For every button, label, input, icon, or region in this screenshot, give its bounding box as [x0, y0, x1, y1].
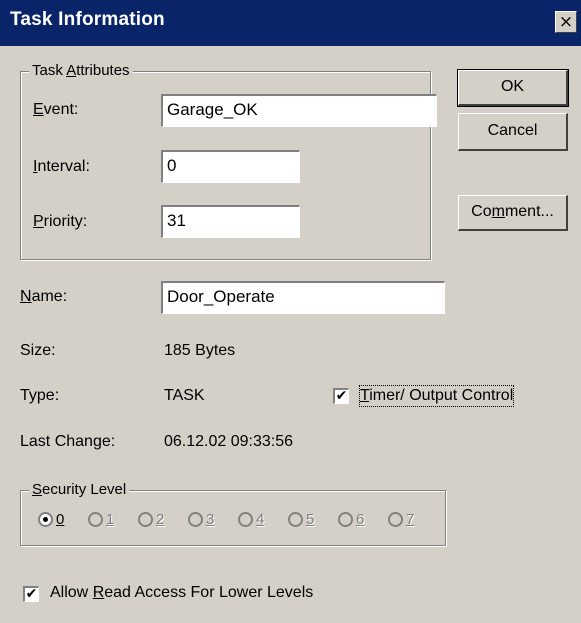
security-level-radio-7[interactable] [388, 512, 403, 527]
radio-selected-dot [43, 517, 48, 522]
event-field[interactable]: Garage_OK [161, 94, 437, 127]
security-level-group: Security Level [20, 481, 446, 546]
security-level-radio-2[interactable] [138, 512, 153, 527]
type-value: TASK [164, 387, 205, 404]
window-title: Task Information [10, 9, 165, 30]
read-access-checkbox[interactable]: ✔ [23, 586, 39, 602]
interval-field[interactable]: 0 [161, 150, 300, 183]
security-level-radio-1[interactable] [88, 512, 103, 527]
title-bar[interactable]: Task Information × [0, 0, 581, 46]
last-change-label: Last Change: [20, 433, 116, 450]
comment-button[interactable]: Comment... [458, 195, 568, 231]
security-level-label-0: 0 [56, 511, 65, 528]
security-level-radio-0[interactable] [38, 512, 53, 527]
interval-label: Interval: [33, 158, 90, 175]
security-level-radio-5[interactable] [288, 512, 303, 527]
security-level-radio-3[interactable] [188, 512, 203, 527]
ok-button[interactable]: OK [457, 69, 569, 107]
security-level-label-5: 5 [306, 511, 315, 528]
cancel-button[interactable]: Cancel [458, 113, 568, 151]
security-level-label-7: 7 [406, 511, 415, 528]
task-information-dialog: Task Information × Task Attributes Event… [0, 0, 581, 623]
name-field[interactable]: Door_Operate [161, 281, 445, 314]
security-level-radio-4[interactable] [238, 512, 253, 527]
security-level-label-1: 1 [106, 511, 115, 528]
security-level-label-4: 4 [256, 511, 265, 528]
timer-output-label[interactable]: Timer/ Output Control [358, 385, 515, 407]
timer-output-checkbox[interactable]: ✔ [333, 388, 349, 404]
priority-label: Priority: [33, 213, 88, 230]
event-label: Event: [33, 101, 79, 118]
task-attributes-legend: Task Attributes [29, 62, 133, 80]
last-change-value: 06.12.02 09:33:56 [164, 433, 294, 450]
read-access-label[interactable]: Allow Read Access For Lower Levels [50, 583, 313, 603]
size-label: Size: [20, 342, 56, 359]
security-level-label-6: 6 [356, 511, 365, 528]
priority-field[interactable]: 31 [161, 205, 300, 238]
name-label: Name: [20, 288, 68, 305]
size-value: 185 Bytes [164, 342, 236, 359]
close-button[interactable]: × [555, 11, 577, 33]
security-level-radio-6[interactable] [338, 512, 353, 527]
security-level-label-3: 3 [206, 511, 215, 528]
security-level-label-2: 2 [156, 511, 165, 528]
security-level-legend: Security Level [29, 481, 130, 499]
type-label: Type: [20, 387, 60, 404]
